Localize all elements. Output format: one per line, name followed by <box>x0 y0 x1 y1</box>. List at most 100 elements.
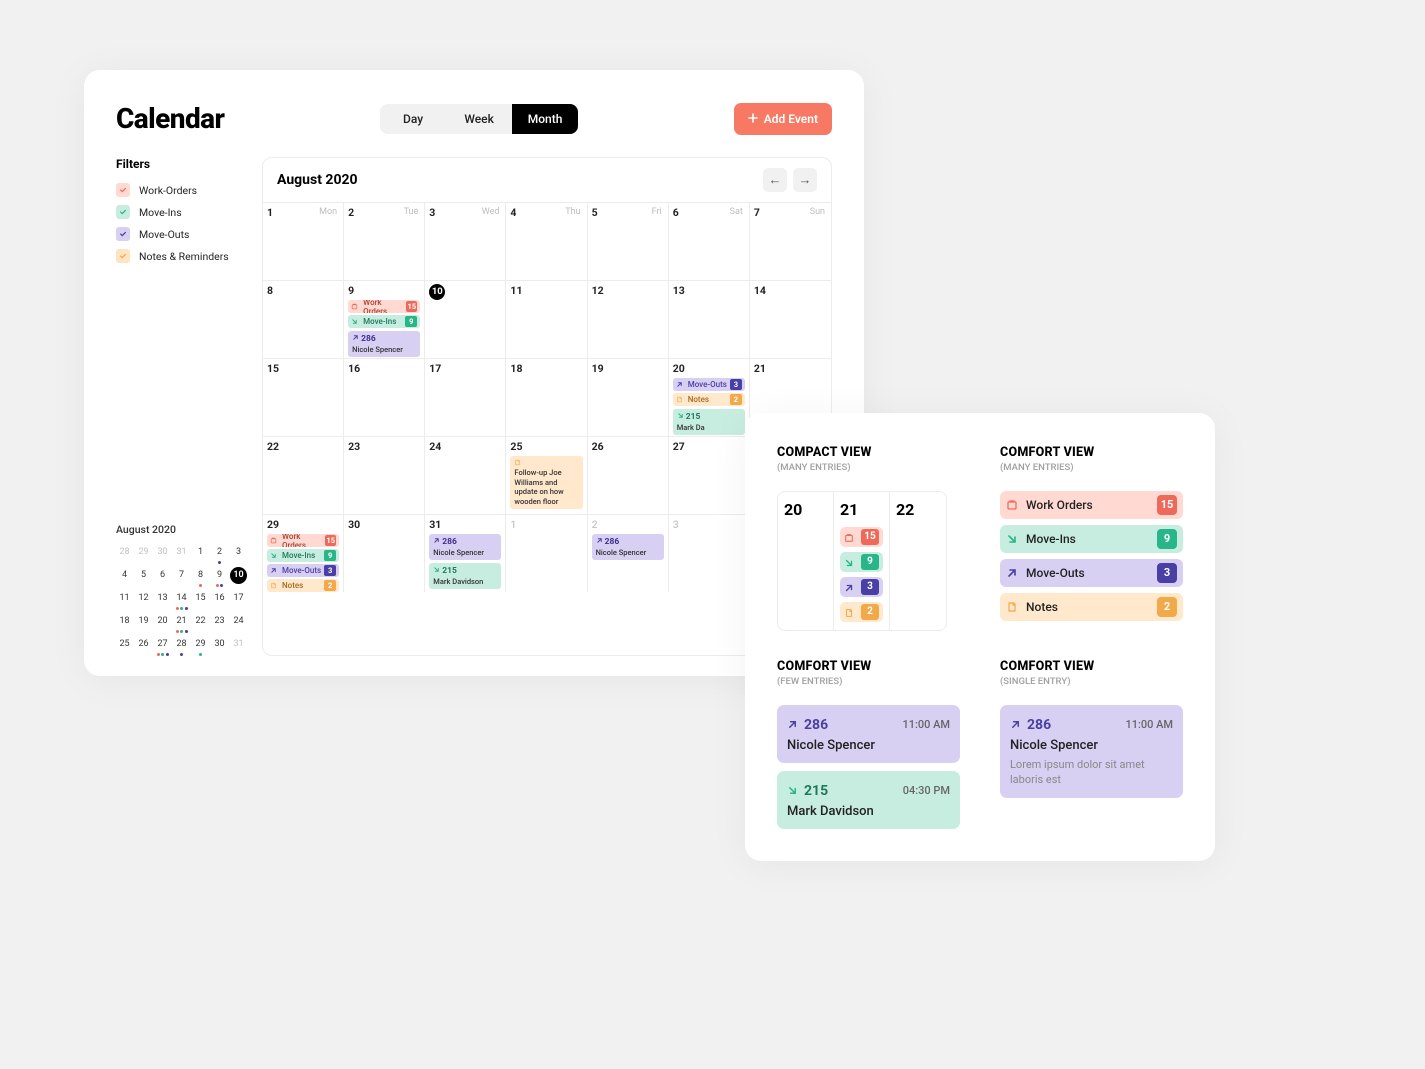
day-cell[interactable]: Fri5 <box>588 202 669 280</box>
event-pill-green[interactable]: Move-Ins9 <box>267 549 339 562</box>
day-cell[interactable]: 24 <box>425 436 506 514</box>
mini-day[interactable]: 17 <box>230 590 247 610</box>
mini-day[interactable]: 8 <box>192 567 209 587</box>
event-block-green[interactable]: 215Mark Davidson <box>429 563 501 589</box>
compact-pill-purple[interactable]: 3 <box>840 577 883 597</box>
mini-day[interactable]: 31 <box>173 544 190 564</box>
day-cell[interactable]: 12 <box>588 280 669 358</box>
filter-yellow[interactable]: Notes & Reminders <box>116 249 248 263</box>
day-cell[interactable]: 30 <box>344 514 425 592</box>
mini-day[interactable]: 20 <box>154 613 171 633</box>
day-cell[interactable]: Sat6 <box>669 202 750 280</box>
add-event-button[interactable]: Add Event <box>734 103 832 135</box>
mini-day[interactable]: 5 <box>135 567 152 587</box>
comfort-row-red[interactable]: Work Orders15 <box>1000 491 1183 519</box>
day-cell[interactable]: Wed3 <box>425 202 506 280</box>
day-cell[interactable]: 31286Nicole Spencer215Mark Davidson <box>425 514 506 592</box>
day-cell[interactable]: 16 <box>344 358 425 436</box>
day-cell[interactable]: 20Move-Outs3Notes2215Mark Da <box>669 358 750 436</box>
event-pill-yellow[interactable]: Notes2 <box>673 393 745 406</box>
day-cell[interactable]: 23 <box>344 436 425 514</box>
day-cell[interactable]: Tue2 <box>344 202 425 280</box>
comfort-row-purple[interactable]: Move-Outs3 <box>1000 559 1183 587</box>
mini-day[interactable]: 18 <box>116 613 133 633</box>
filter-green[interactable]: Move-Ins <box>116 205 248 219</box>
event-pill-yellow[interactable]: Notes2 <box>267 579 339 592</box>
day-cell[interactable]: 8 <box>263 280 344 358</box>
mini-day[interactable]: 2 <box>211 544 228 564</box>
filter-purple[interactable]: Move-Outs <box>116 227 248 241</box>
day-cell[interactable]: 1 <box>506 514 587 592</box>
entry-card-purple[interactable]: 28611:00 AM Nicole Spencer <box>777 705 960 763</box>
mini-day[interactable]: 23 <box>211 613 228 633</box>
day-cell[interactable]: 17 <box>425 358 506 436</box>
day-cell[interactable]: 25Follow-up Joe Williams and update on h… <box>506 436 587 514</box>
compact-pill-yellow[interactable]: 2 <box>840 602 883 622</box>
mini-day[interactable]: 29 <box>192 636 209 656</box>
day-cell[interactable]: 18 <box>506 358 587 436</box>
comfort-row-green[interactable]: Move-Ins9 <box>1000 525 1183 553</box>
event-pill-red[interactable]: Work Orders15 <box>348 300 420 313</box>
event-pill-green[interactable]: Move-Ins9 <box>348 315 420 328</box>
mini-day[interactable]: 12 <box>135 590 152 610</box>
day-cell[interactable]: 22 <box>263 436 344 514</box>
day-cell[interactable]: 11 <box>506 280 587 358</box>
entry-card-green[interactable]: 21504:30 PM Mark Davidson <box>777 771 960 829</box>
day-cell[interactable]: 14 <box>750 280 831 358</box>
mini-day[interactable]: 25 <box>116 636 133 656</box>
mini-day[interactable]: 4 <box>116 567 133 587</box>
mini-day[interactable]: 9 <box>211 567 228 587</box>
event-block-green[interactable]: 215Mark Da <box>673 409 745 435</box>
mini-day[interactable]: 3 <box>230 544 247 564</box>
mini-day[interactable]: 31 <box>230 636 247 656</box>
mini-day[interactable]: 16 <box>211 590 228 610</box>
tab-month[interactable]: Month <box>512 104 578 134</box>
day-cell[interactable]: 26 <box>588 436 669 514</box>
tab-day[interactable]: Day <box>380 104 446 134</box>
event-pill-red[interactable]: Work Orders15 <box>267 534 339 547</box>
day-cell[interactable]: 27 <box>669 436 750 514</box>
mini-day[interactable]: 22 <box>192 613 209 633</box>
mini-day[interactable]: 15 <box>192 590 209 610</box>
tab-week[interactable]: Week <box>446 104 512 134</box>
day-cell[interactable]: 29Work Orders15Move-Ins9Move-Outs3Notes2 <box>263 514 344 592</box>
mini-day[interactable]: 27 <box>154 636 171 656</box>
mini-day[interactable]: 11 <box>116 590 133 610</box>
mini-day[interactable]: 7 <box>173 567 190 587</box>
event-pill-purple[interactable]: Move-Outs3 <box>673 378 745 391</box>
mini-day[interactable]: 30 <box>211 636 228 656</box>
mini-day[interactable]: 6 <box>154 567 171 587</box>
mini-day[interactable]: 26 <box>135 636 152 656</box>
next-month-button[interactable]: → <box>793 168 817 192</box>
event-block-purple[interactable]: 286Nicole Spencer <box>592 534 664 560</box>
filter-red[interactable]: Work-Orders <box>116 183 248 197</box>
day-cell[interactable]: 15 <box>263 358 344 436</box>
compact-pill-red[interactable]: 15 <box>840 527 883 547</box>
day-cell[interactable]: Sun7 <box>750 202 831 280</box>
day-cell[interactable]: 3 <box>669 514 750 592</box>
event-pill-purple[interactable]: Move-Outs3 <box>267 564 339 577</box>
day-cell[interactable]: 19 <box>588 358 669 436</box>
event-block-purple[interactable]: 286Nicole Spencer <box>348 331 420 357</box>
day-cell[interactable]: 9Work Orders15Move-Ins9286Nicole Spencer <box>344 280 425 358</box>
day-cell[interactable]: Mon1 <box>263 202 344 280</box>
mini-day[interactable]: 10 <box>230 567 247 587</box>
event-block-yellow[interactable]: Follow-up Joe Williams and update on how… <box>510 456 582 509</box>
day-cell[interactable]: Thu4 <box>506 202 587 280</box>
compact-pill-green[interactable]: 9 <box>840 552 883 572</box>
entry-card-purple[interactable]: 28611:00 AM Nicole Spencer Lorem ipsum d… <box>1000 705 1183 798</box>
mini-day[interactable]: 21 <box>173 613 190 633</box>
mini-day[interactable]: 28 <box>173 636 190 656</box>
mini-day[interactable]: 24 <box>230 613 247 633</box>
day-cell[interactable]: 2286Nicole Spencer <box>588 514 669 592</box>
mini-day[interactable]: 14 <box>173 590 190 610</box>
day-cell[interactable]: 10 <box>425 280 506 358</box>
mini-day[interactable]: 29 <box>135 544 152 564</box>
mini-day[interactable]: 19 <box>135 613 152 633</box>
mini-day[interactable]: 30 <box>154 544 171 564</box>
event-block-purple[interactable]: 286Nicole Spencer <box>429 534 501 560</box>
day-cell[interactable]: 13 <box>669 280 750 358</box>
prev-month-button[interactable]: ← <box>763 168 787 192</box>
mini-day[interactable]: 28 <box>116 544 133 564</box>
mini-day[interactable]: 1 <box>192 544 209 564</box>
